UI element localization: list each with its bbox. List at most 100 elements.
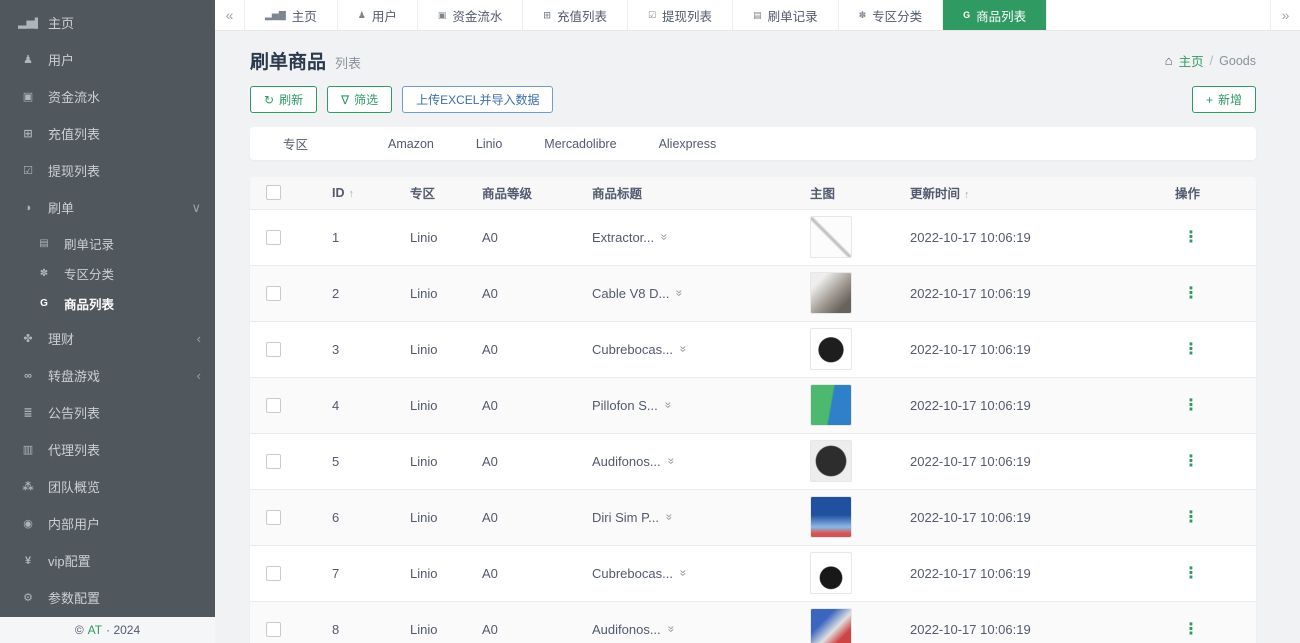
tabs-scroll-right-icon[interactable]: » (1270, 0, 1300, 30)
tab-goods-list[interactable]: G 商品列表 (943, 0, 1048, 30)
tab-users[interactable]: ♟ 用户 (338, 0, 418, 30)
row-zone: Linio (400, 545, 472, 602)
row-actions-button[interactable]: ⋮ (1183, 397, 1199, 414)
column-header-updated[interactable]: 更新时间 (910, 187, 960, 201)
brand-link[interactable]: AT (88, 623, 102, 637)
extractor-photo[interactable] (810, 216, 852, 258)
row-updated: 2022-10-17 10:06:19 (900, 209, 1165, 266)
row-actions-button[interactable]: ⋮ (1183, 509, 1199, 526)
sidebar-item-team-overview[interactable]: ⁂ 团队概览 (0, 468, 215, 505)
sidebar-item-label: 主页 (48, 16, 75, 31)
sidebar-item-goods-list[interactable]: G 商品列表 (0, 288, 215, 318)
withdraw-list-icon: ☑ (23, 165, 33, 177)
sidebar-item-recharge-list[interactable]: ⊞ 充值列表 (0, 115, 215, 152)
zone-option-linio[interactable]: Linio (476, 137, 502, 151)
sidebar-item-wheel-game[interactable]: ∞ 转盘游戏 ‹ (0, 357, 215, 394)
zone-option-aliexpress[interactable]: Aliexpress (659, 137, 717, 151)
refresh-label: 刷新 (279, 93, 304, 107)
row-actions-button[interactable]: ⋮ (1183, 621, 1199, 638)
tab-brush-records[interactable]: ▤ 刷单记录 (733, 0, 839, 30)
breadcrumb-home-link[interactable]: 主页 (1179, 51, 1204, 70)
page-subtitle: 列表 (335, 56, 362, 71)
sort-asc-icon[interactable]: ↑ (349, 188, 355, 200)
chevron-double-down-icon[interactable]: » (657, 234, 671, 241)
row-actions-button[interactable]: ⋮ (1183, 453, 1199, 470)
home-icon: ▂▅▇ (18, 17, 38, 29)
sort-asc-icon[interactable]: ↑ (964, 189, 970, 201)
zone-option-mercadolibre[interactable]: Mercadolibre (544, 137, 616, 151)
row-id: 6 (322, 489, 400, 546)
row-grade: A0 (472, 377, 582, 434)
row-checkbox[interactable] (266, 285, 281, 301)
sidebar-item-internal-users[interactable]: ◉ 内部用户 (0, 505, 215, 542)
sidebar-item-brush-records[interactable]: ▤ 刷单记录 (0, 228, 215, 258)
sidebar-item-param-config[interactable]: ⚙ 参数配置 (0, 579, 215, 616)
sidebar-item-vip-config[interactable]: ¥ vip配置 (0, 542, 215, 579)
row-actions-button[interactable]: ⋮ (1183, 341, 1199, 358)
tabs-scroll-left-icon[interactable]: « (215, 0, 245, 30)
row-checkbox[interactable] (266, 397, 281, 413)
row-zone: Linio (400, 321, 472, 378)
mask-box-photo[interactable] (810, 552, 852, 594)
chevron-double-down-icon[interactable]: » (673, 290, 687, 297)
column-header-grade: 商品等级 (472, 177, 582, 210)
sidebar-item-zone-category[interactable]: ✽ 专区分类 (0, 258, 215, 288)
funnel-icon: ∇ (341, 92, 350, 107)
row-checkbox[interactable] (266, 341, 281, 357)
row-actions-button[interactable]: ⋮ (1183, 565, 1199, 582)
funds-flow-icon: ▣ (437, 9, 447, 20)
sidebar-item-funds-flow[interactable]: ▣ 资金流水 (0, 78, 215, 115)
sidebar-item-label: 代理列表 (48, 443, 101, 458)
black-mask-photo[interactable] (810, 328, 852, 370)
column-header-id[interactable]: ID (332, 186, 345, 200)
row-actions-button[interactable]: ⋮ (1183, 285, 1199, 302)
cable-photo[interactable] (810, 272, 852, 314)
chevron-double-down-icon[interactable]: » (661, 402, 675, 409)
tab-funds-flow[interactable]: ▣ 资金流水 (418, 0, 524, 30)
sidebar-item-finance[interactable]: ✤ 理财 ‹ (0, 320, 215, 357)
upload-excel-button[interactable]: 上传EXCEL并导入数据 (402, 86, 554, 113)
tab-home[interactable]: ▂▅▇ 主页 (245, 0, 338, 30)
upload-excel-label: 上传EXCEL并导入数据 (416, 93, 540, 107)
sidebar-item-agent-list[interactable]: ▥ 代理列表 (0, 431, 215, 468)
row-checkbox[interactable] (266, 621, 281, 637)
filter-button[interactable]: ∇ 筛选 (327, 86, 393, 113)
chevron-double-down-icon[interactable]: » (662, 514, 676, 521)
add-button[interactable]: + 新增 (1191, 86, 1256, 113)
tab-recharge-list[interactable]: ⊞ 充值列表 (523, 0, 628, 30)
toolbar: ↻ 刷新 ∇ 筛选 上传EXCEL并导入数据 + 新增 (250, 86, 1256, 113)
row-zone: Linio (400, 433, 472, 490)
row-grade: A0 (472, 601, 582, 643)
chevron-double-down-icon[interactable]: » (664, 626, 678, 633)
table-row: 6 Linio A0 Diri Sim P...» 2022-10-17 10:06:1… (250, 489, 1256, 546)
table-header-row: ID ↑ 专区 商品等级 商品标题 主图 更新时间 ↑ 操作 (250, 177, 1256, 210)
sidebar-item-announcement-list[interactable]: ≣ 公告列表 (0, 394, 215, 431)
zone-option-amazon[interactable]: Amazon (388, 137, 434, 151)
chevron-double-down-icon[interactable]: » (664, 458, 678, 465)
chevron-double-down-icon[interactable]: » (676, 570, 690, 577)
refresh-button[interactable]: ↻ 刷新 (250, 86, 318, 113)
blue-sim-photo[interactable] (810, 496, 852, 538)
earphone-case-photo[interactable] (810, 440, 852, 482)
zone-filter-label: 专区 (283, 138, 309, 152)
row-checkbox[interactable] (266, 565, 281, 581)
row-checkbox[interactable] (266, 229, 281, 245)
select-all-checkbox[interactable] (266, 185, 281, 201)
sidebar-item-label: 公告列表 (48, 406, 101, 421)
earbuds-photo[interactable] (810, 608, 852, 643)
tab-withdraw-list[interactable]: ☑ 提现列表 (628, 0, 734, 30)
sidebar-item-home[interactable]: ▂▅▇ 主页 (0, 4, 215, 41)
row-actions-button[interactable]: ⋮ (1183, 229, 1199, 246)
sidebar-item-withdraw-list[interactable]: ☑ 提现列表 (0, 152, 215, 189)
row-checkbox[interactable] (266, 509, 281, 525)
tab-zone-category[interactable]: ✽ 专区分类 (839, 0, 944, 30)
tab-label: 刷单记录 (767, 9, 818, 24)
sidebar-item-brush-order[interactable]: ◑ 刷单 ∨ (0, 189, 215, 226)
sim-card-photo[interactable] (810, 384, 852, 426)
plus-icon: + (1205, 92, 1213, 107)
row-checkbox[interactable] (266, 453, 281, 469)
sidebar-item-users[interactable]: ♟ 用户 (0, 41, 215, 78)
chevron-double-down-icon[interactable]: » (676, 346, 690, 353)
tab-label: 资金流水 (452, 9, 503, 24)
row-title: Cubrebocas... (592, 565, 673, 581)
